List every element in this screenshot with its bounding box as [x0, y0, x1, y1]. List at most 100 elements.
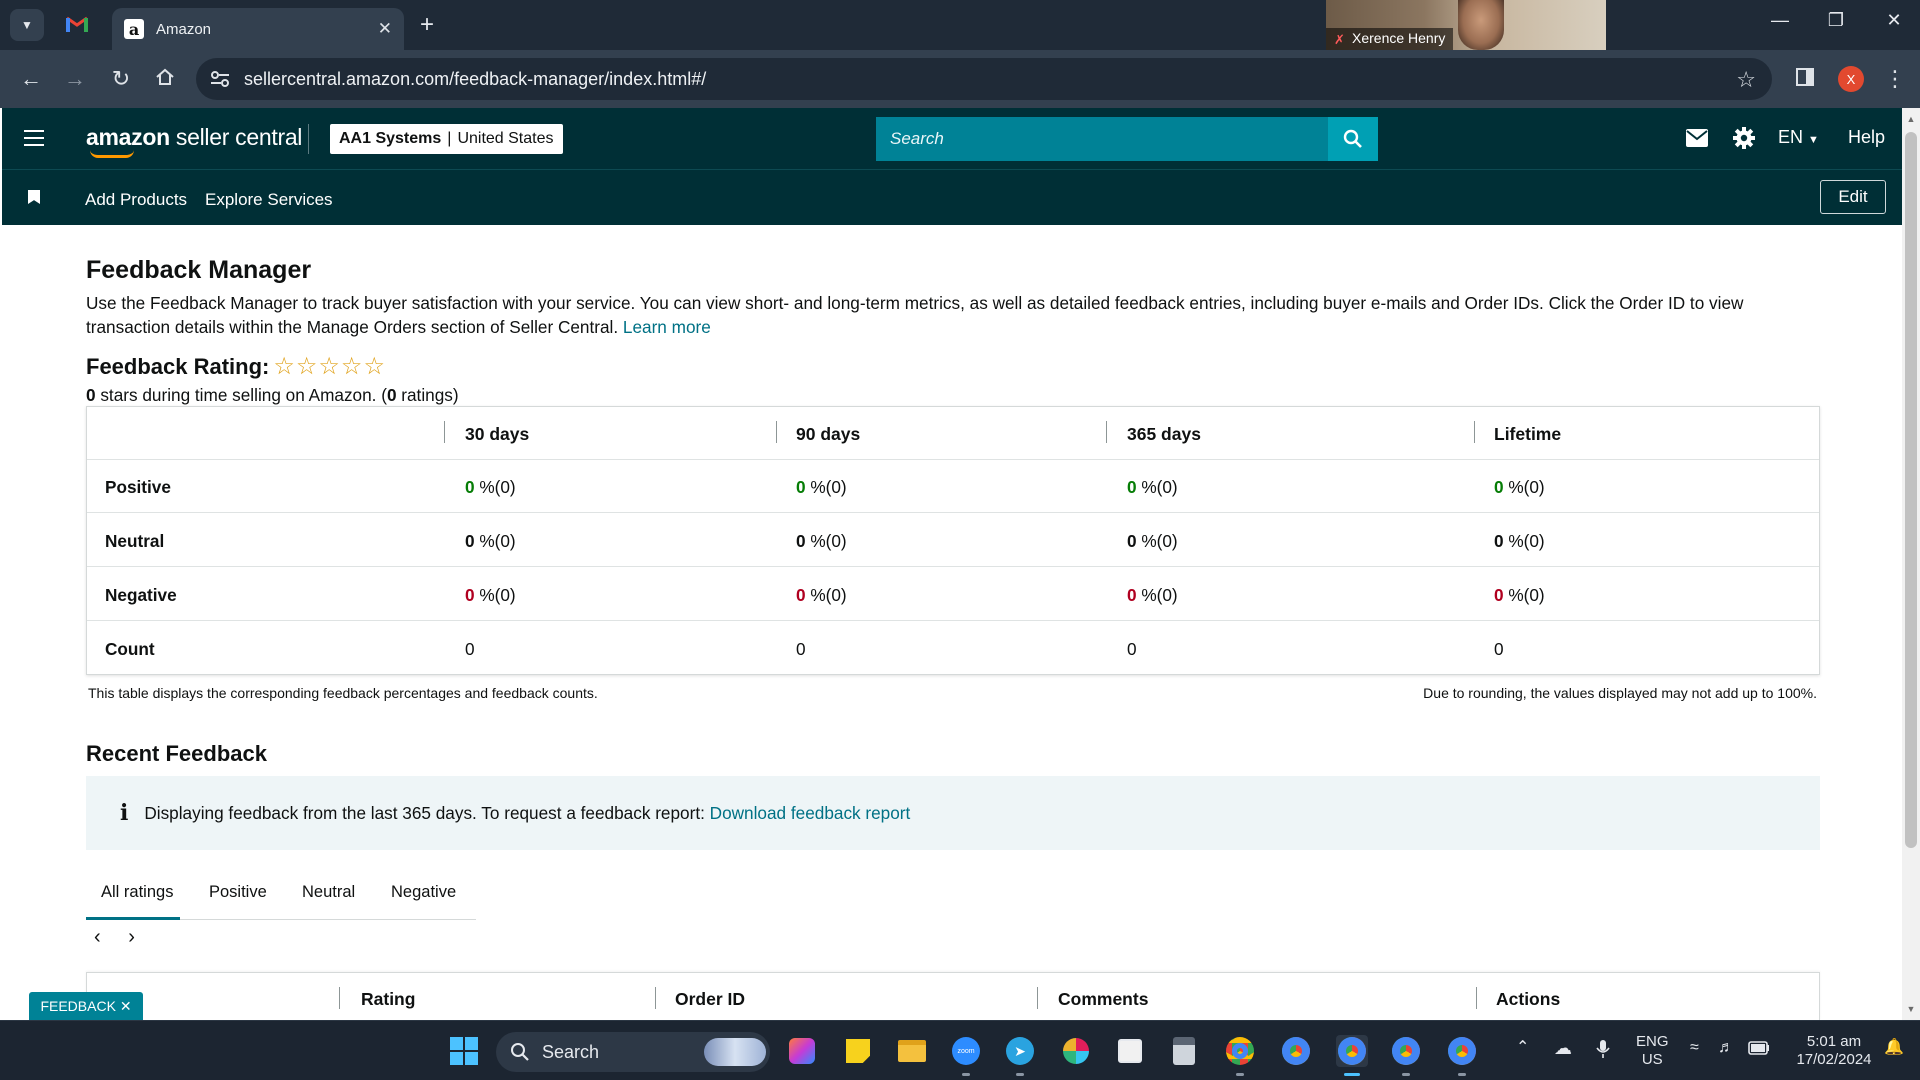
tab-neutral[interactable]: Neutral [302, 883, 355, 902]
site-settings-icon[interactable] [210, 70, 230, 88]
restore-button[interactable]: ❐ [1816, 10, 1856, 31]
video-call-tile: ✗ Xerence Henry [1326, 0, 1606, 50]
language-selector[interactable]: EN ▼ [1778, 127, 1819, 148]
forward-button[interactable]: → [60, 67, 90, 91]
messages-button[interactable] [1686, 129, 1708, 152]
recent-feedback-heading: Recent Feedback [86, 741, 267, 766]
column-divider [655, 987, 656, 1009]
language-indicator[interactable]: ENG US [1636, 1033, 1669, 1069]
start-button[interactable] [448, 1035, 480, 1067]
tab-search-dropdown[interactable]: ▼ [10, 9, 44, 41]
star-empty-icon: ☆ [363, 353, 385, 380]
table-note-left: This table displays the corresponding fe… [88, 685, 598, 701]
chrome-app-icon[interactable] [1446, 1035, 1478, 1067]
row-label: Positive [105, 477, 171, 497]
scroll-down-icon[interactable]: ▼ [1905, 1004, 1917, 1014]
table-cell: 0 %(0) [465, 585, 516, 605]
tab-all-ratings[interactable]: All ratings [101, 883, 173, 902]
chevron-right-icon[interactable]: › [128, 926, 135, 948]
sticky-notes-app-icon[interactable] [842, 1035, 874, 1067]
bookmark-star-icon[interactable]: ☆ [1736, 67, 1756, 93]
minimize-button[interactable]: — [1760, 10, 1800, 31]
show-hidden-icons-button[interactable]: ⌃ [1516, 1039, 1529, 1057]
zoom-app-icon[interactable]: zoom [950, 1035, 982, 1067]
volume-icon[interactable]: ♬ [1718, 1039, 1734, 1057]
slack-app-icon[interactable] [1060, 1035, 1092, 1067]
reload-button[interactable]: ↻ [106, 67, 136, 91]
clock[interactable]: 5:01 am 17/02/2024 [1788, 1033, 1880, 1069]
close-icon[interactable]: ✕ [120, 998, 132, 1015]
back-button[interactable]: ← [16, 67, 46, 91]
notifications-bell-icon[interactable]: 🔔 [1884, 1039, 1904, 1057]
chrome-app-icon-active[interactable] [1336, 1035, 1368, 1067]
calculator-app-icon[interactable] [1168, 1035, 1200, 1067]
table-cell: 0 %(0) [465, 531, 516, 551]
column-header-comments[interactable]: Comments [1058, 989, 1148, 1010]
scrollbar-thumb[interactable] [1905, 132, 1917, 848]
tab-negative[interactable]: Negative [391, 883, 456, 902]
new-tab-button[interactable]: + [414, 11, 440, 38]
table-cell: 0 [1494, 639, 1504, 659]
table-cell: 0 %(0) [1494, 585, 1545, 605]
column-header: 365 days [1127, 424, 1201, 444]
scroll-up-icon[interactable]: ▲ [1905, 114, 1917, 124]
profile-avatar[interactable]: X [1838, 66, 1864, 92]
seller-central-logo[interactable]: amazon seller central [86, 124, 302, 151]
table-cell: 0 %(0) [465, 477, 516, 497]
gmail-pinned-tab[interactable] [64, 13, 90, 35]
subnav-explore-services[interactable]: Explore Services [205, 190, 333, 210]
table-row-negative: Negative 0 %(0) 0 %(0) 0 %(0) 0 %(0) [87, 568, 1819, 621]
account-switcher[interactable]: AA1 Systems | United States [330, 124, 563, 154]
table-cell: 0 %(0) [796, 585, 847, 605]
tab-amazon[interactable]: a Amazon ✕ [112, 8, 404, 50]
wifi-icon[interactable]: ≈ [1690, 1039, 1699, 1057]
telegram-app-icon[interactable]: ➤ [1004, 1035, 1036, 1067]
learn-more-link[interactable]: Learn more [623, 317, 711, 337]
edit-navigation-button[interactable]: Edit [1820, 180, 1886, 214]
hamburger-menu-icon[interactable] [24, 130, 44, 146]
column-divider [776, 421, 777, 443]
tab-close-icon[interactable]: ✕ [378, 19, 392, 39]
snipping-tool-app-icon[interactable] [1114, 1035, 1146, 1067]
address-bar[interactable]: sellercentral.amazon.com/feedback-manage… [196, 58, 1772, 100]
column-divider [1106, 421, 1107, 443]
chrome-menu-button[interactable]: ⋮ [1880, 67, 1910, 91]
search-input[interactable] [876, 117, 1328, 161]
taskbar-search[interactable]: Search [496, 1032, 770, 1072]
amazon-favicon-icon: a [124, 19, 144, 39]
chrome-app-icon[interactable] [1224, 1035, 1256, 1067]
logo-divider [308, 124, 309, 154]
bookmark-icon[interactable] [28, 190, 40, 204]
help-link[interactable]: Help [1848, 127, 1885, 148]
browser-toolbar: ← → ↻ sellercentral.amazon.com/feedback-… [0, 50, 1920, 108]
subnav-add-products[interactable]: Add Products [85, 190, 187, 210]
column-header-actions[interactable]: Actions [1496, 989, 1560, 1010]
microphone-icon[interactable] [1596, 1039, 1610, 1064]
home-button[interactable] [150, 67, 180, 92]
chrome-app-icon[interactable] [1280, 1035, 1312, 1067]
info-banner: i Displaying feedback from the last 365 … [86, 776, 1820, 850]
close-window-button[interactable]: ✕ [1874, 10, 1914, 31]
chevron-left-icon[interactable]: ‹ [94, 926, 101, 948]
column-header-order-id[interactable]: Order ID [675, 989, 745, 1010]
side-panel-icon [1796, 68, 1814, 86]
download-feedback-report-link[interactable]: Download feedback report [710, 803, 911, 824]
battery-icon[interactable] [1748, 1041, 1770, 1060]
feedback-widget-button[interactable]: FEEDBACK ✕ [29, 992, 143, 1020]
mic-muted-icon: ✗ [1334, 32, 1345, 47]
caret-down-icon: ▼ [1808, 134, 1819, 146]
pagination: ‹ › [94, 926, 135, 949]
file-explorer-app-icon[interactable] [896, 1035, 928, 1067]
search-button[interactable] [1328, 117, 1378, 161]
column-divider [1037, 987, 1038, 1009]
copilot-app-icon[interactable] [786, 1035, 818, 1067]
chrome-app-icon[interactable] [1390, 1035, 1422, 1067]
tab-positive[interactable]: Positive [209, 883, 267, 902]
table-cell: 0 %(0) [796, 477, 847, 497]
onedrive-icon[interactable]: ☁ [1554, 1039, 1572, 1057]
tab-title: Amazon [156, 20, 212, 38]
side-panel-button[interactable] [1790, 67, 1820, 91]
info-icon: i [120, 800, 129, 826]
settings-button[interactable] [1732, 126, 1756, 155]
column-header-rating[interactable]: Rating [361, 989, 415, 1010]
